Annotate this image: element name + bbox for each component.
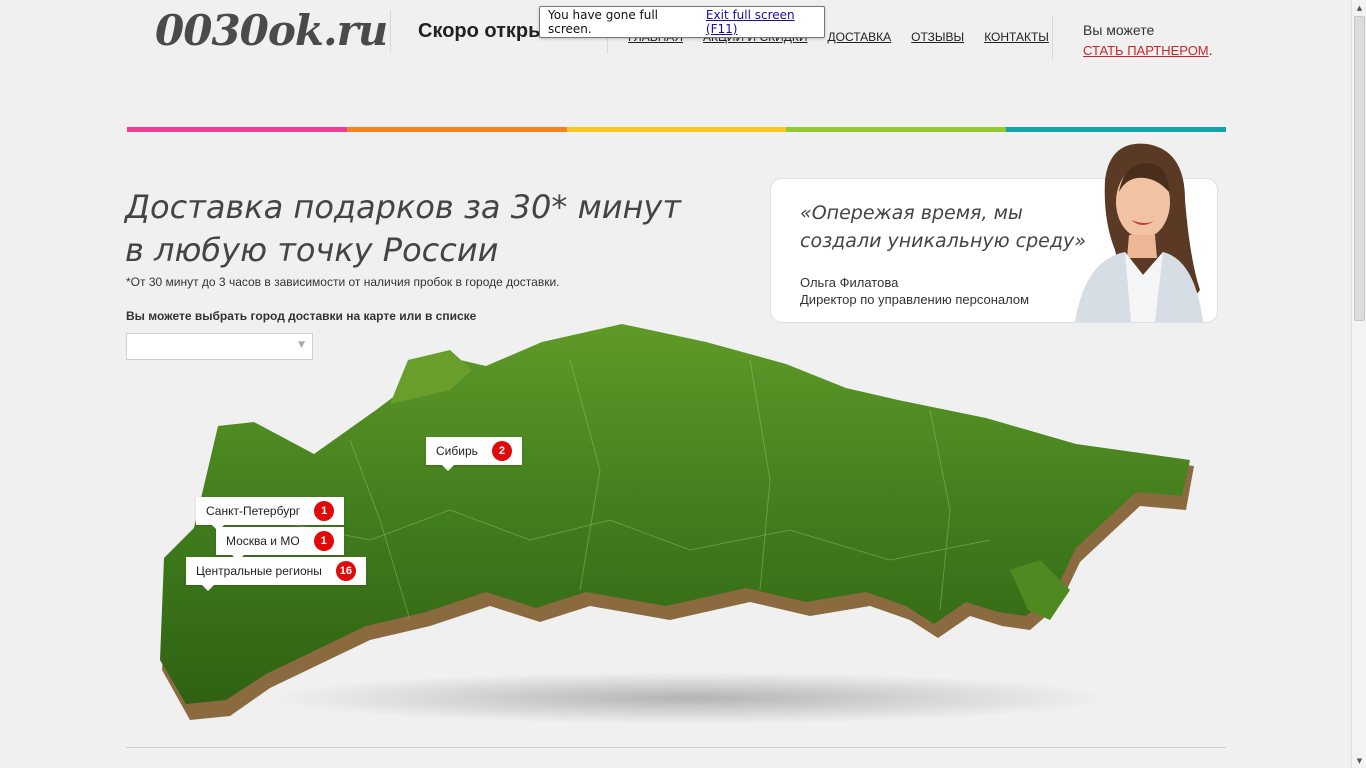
quote-author: Ольга Филатова Директор по управлению пе… bbox=[800, 274, 1029, 308]
nav-divider-right bbox=[1052, 16, 1053, 60]
hero-title-line1: Доставка подарков за 30* минут bbox=[125, 188, 681, 226]
region-tag-central[interactable]: Центральные регионы 16 bbox=[186, 557, 366, 591]
map-graphic bbox=[160, 324, 1194, 724]
fullscreen-message: You have gone full screen. bbox=[548, 8, 659, 36]
section-divider bbox=[126, 747, 1226, 748]
page: 0030ok.ru Скоро откры Главная Акции и ск… bbox=[0, 0, 1351, 768]
delivery-footnote: *От 30 минут до 3 часов в зависимости от… bbox=[126, 275, 560, 289]
exit-fullscreen-link[interactable]: Exit full screen (F11) bbox=[706, 8, 824, 36]
partner-block: Вы можете СТАТЬ ПАРТНЕРОМ. bbox=[1083, 20, 1213, 61]
region-name: Сибирь bbox=[436, 444, 478, 458]
site-logo[interactable]: 0030ok.ru bbox=[155, 6, 388, 55]
director-photo bbox=[1075, 143, 1203, 322]
region-count-badge: 16 bbox=[335, 561, 356, 581]
scroll-thumb[interactable] bbox=[1354, 16, 1365, 321]
become-partner-link[interactable]: СТАТЬ ПАРТНЕРОМ bbox=[1083, 43, 1209, 58]
quote-author-name: Ольга Филатова bbox=[800, 275, 899, 290]
quote-author-title: Директор по управлению персоналом bbox=[800, 292, 1030, 307]
russia-map[interactable]: Сибирь 2 Санкт-Петербург 1 Москва и МО 1… bbox=[150, 320, 1210, 730]
region-name: Центральные регионы bbox=[196, 564, 322, 578]
color-stripe bbox=[127, 127, 1226, 132]
nav-reviews[interactable]: Отзывы bbox=[911, 30, 964, 44]
region-tag-spb[interactable]: Санкт-Петербург 1 bbox=[196, 497, 345, 531]
scroll-down-icon[interactable]: ▼ bbox=[1352, 753, 1366, 768]
fullscreen-notice: You have gone full screen. Exit full scr… bbox=[539, 6, 825, 38]
nav-contacts[interactable]: Контакты bbox=[984, 30, 1049, 44]
region-tag-moscow[interactable]: Москва и МО 1 bbox=[216, 527, 344, 561]
stripe-orange bbox=[346, 127, 567, 132]
scroll-up-icon[interactable]: ▲ bbox=[1352, 0, 1366, 15]
partner-suffix: . bbox=[1208, 42, 1213, 58]
stripe-teal bbox=[1006, 127, 1226, 132]
hero-title-line2: в любую точку России bbox=[125, 231, 499, 269]
stripe-pink bbox=[127, 127, 347, 132]
stripe-green bbox=[786, 127, 1007, 132]
region-name: Москва и МО bbox=[226, 534, 300, 548]
region-name: Санкт-Петербург bbox=[206, 504, 301, 518]
region-count-badge: 1 bbox=[314, 501, 335, 521]
nav-delivery[interactable]: Доставка bbox=[827, 30, 891, 44]
region-count-badge: 1 bbox=[313, 531, 334, 551]
stripe-yellow bbox=[566, 127, 787, 132]
hero-title: Доставка подарков за 30* минут в любую т… bbox=[125, 186, 685, 272]
partner-text: Вы можете bbox=[1083, 22, 1155, 38]
header-tagline: Скоро откры bbox=[418, 20, 546, 42]
header-divider bbox=[390, 10, 391, 52]
region-count-badge: 2 bbox=[491, 441, 512, 461]
vertical-scrollbar[interactable]: ▲ ▼ bbox=[1351, 0, 1366, 768]
region-tag-siberia[interactable]: Сибирь 2 bbox=[426, 437, 522, 471]
